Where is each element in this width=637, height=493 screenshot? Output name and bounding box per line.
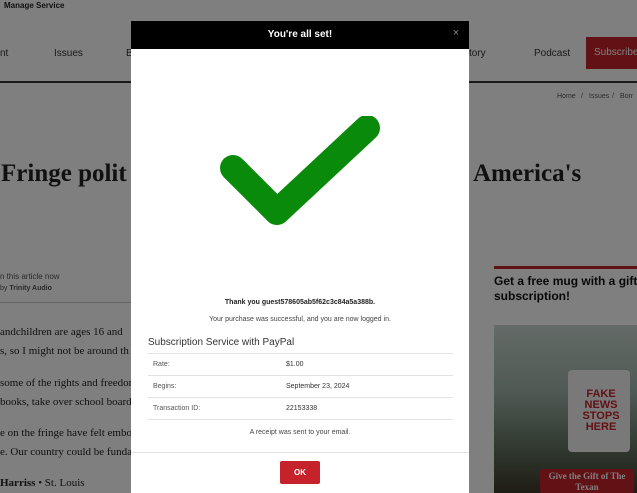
confirmation-modal: You're all set! × Thank you guest578605a… bbox=[131, 21, 469, 493]
row-value: September 23, 2024 bbox=[286, 383, 350, 390]
row-value: 22153338 bbox=[286, 405, 318, 412]
ok-button[interactable]: OK bbox=[280, 461, 320, 484]
row-label: Transaction ID: bbox=[153, 405, 201, 412]
row-label: Begins: bbox=[153, 383, 177, 390]
modal-header: You're all set! × bbox=[131, 21, 469, 49]
order-details-table: Rate: $1.00 Begins: September 23, 2024 T… bbox=[148, 353, 453, 420]
close-icon[interactable]: × bbox=[450, 27, 462, 41]
success-message: Your purchase was successful, and you ar… bbox=[209, 316, 391, 323]
modal-title: You're all set! bbox=[267, 29, 333, 40]
row-label: Rate: bbox=[153, 361, 170, 368]
divider bbox=[131, 452, 469, 453]
thank-you-message: Thank you guest578605ab5f62c3c84a5a388b. bbox=[224, 299, 376, 306]
table-row: Rate: $1.00 bbox=[148, 353, 453, 375]
checkmark-icon bbox=[220, 116, 380, 225]
service-title: Subscription Service with PayPal bbox=[148, 337, 295, 348]
receipt-message: A receipt was sent to your email. bbox=[249, 429, 351, 436]
row-value: $1.00 bbox=[286, 361, 304, 368]
table-row: Begins: September 23, 2024 bbox=[148, 375, 453, 397]
table-row: Transaction ID: 22153338 bbox=[148, 397, 453, 420]
